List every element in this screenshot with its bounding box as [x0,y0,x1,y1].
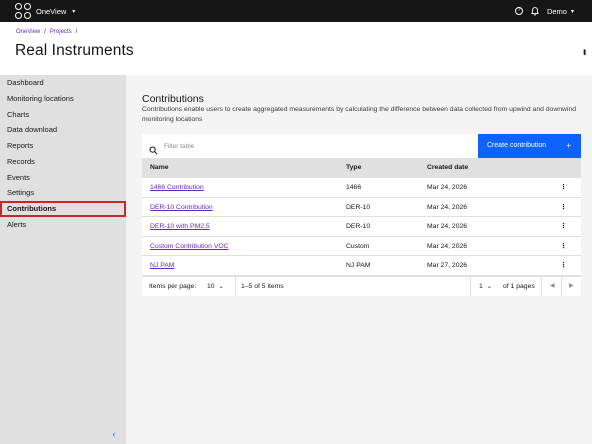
chevron-down-icon: ⌄ [486,284,492,290]
table-header: Name Type Created date [142,158,581,178]
row-overflow-menu-icon[interactable]: ⋮ [560,256,567,275]
pagination-bar: Items per page: 10 ⌄ 1–5 of 5 items 1 ⌄ of… [142,276,581,296]
row-overflow-menu-icon[interactable]: ⋮ [560,217,567,236]
create-contribution-button[interactable]: Create contribution + [478,134,581,158]
table-toolbar: Create contribution + [142,134,581,158]
section-description: Contributions enable users to create agg… [142,106,577,123]
row-overflow-menu-icon[interactable]: ⋮ [560,178,567,197]
table-row: Custom Contribution VOC Custom Mar 24, 2… [142,236,581,257]
page-select[interactable]: 1 ⌄ [479,277,492,297]
contribution-created-date: Mar 27, 2026 [427,262,468,270]
items-range-text: 1–5 of 5 items [241,283,284,290]
contribution-created-date: Mar 24, 2026 [427,184,468,191]
pagination-divider [470,277,471,296]
chevron-down-icon: ⌄ [218,284,224,290]
sidebar-item-settings[interactable]: Settings [0,185,126,201]
pagination-divider [235,277,236,296]
contribution-created-date: Mar 24, 2026 [427,223,468,231]
sidebar-item-reports[interactable]: Reports [0,138,126,154]
help-icon[interactable]: ? [514,7,523,15]
plus-icon: + [566,141,571,150]
contribution-created-date: Mar 24, 2026 [427,242,468,250]
create-contribution-label: Create contribution [487,142,547,149]
row-overflow-menu-icon[interactable]: ⋮ [560,237,567,256]
page-count-text: of 1 pages [503,283,535,290]
contribution-name-link[interactable]: Custom Contribution VOC [150,237,229,256]
sidebar: Dashboard Monitoring locations Charts Da… [0,75,126,444]
contribution-type: DER-10 [346,223,371,231]
filter-table-input[interactable] [164,139,464,153]
table-row: 1466 Contribution 1466 Mar 24, 2026 ⋮ [142,178,581,198]
breadcrumb-link-oneview[interactable]: OneView [16,29,40,35]
page-value: 1 [479,283,483,290]
page-overflow-menu-icon[interactable]: ••• [580,49,589,54]
contribution-name-link[interactable]: 1466 Contribution [150,178,204,197]
sidebar-item-monitoring-locations[interactable]: Monitoring locations [0,91,126,107]
contribution-created-date: Mar 24, 2026 [427,203,468,211]
row-overflow-menu-icon[interactable]: ⋮ [560,198,567,217]
user-menu-chevron-down-icon[interactable]: ▾ [571,8,574,15]
sidebar-item-contributions[interactable]: Contributions [0,201,126,217]
page-header: OneView / Projects / Real Instruments ••… [0,22,592,75]
chevron-left-icon[interactable]: ‹ [109,429,119,439]
table-row: NJ PAM NJ PAM Mar 27, 2026 ⋮ [142,256,581,276]
column-header-created-date[interactable]: Created date [427,158,468,178]
previous-page-icon[interactable]: ◀ [550,277,555,296]
items-per-page-value: 10 [207,283,215,290]
table-row: DER-10 with PM2.5 DER-10 Mar 24, 2026 ⋮ [142,217,581,237]
pagination-divider [541,277,542,296]
contribution-type: 1466 [346,184,362,191]
sidebar-item-dashboard[interactable]: Dashboard [0,75,126,91]
sidebar-item-charts[interactable]: Charts [0,107,126,123]
breadcrumb-link-projects[interactable]: Projects [50,29,72,35]
user-menu[interactable]: Demo [547,7,567,16]
sidebar-item-alerts[interactable]: Alerts [0,217,126,233]
notification-bell-icon[interactable] [530,6,539,16]
app-switcher-chevron-down-icon[interactable]: ▾ [72,8,75,15]
column-header-name[interactable]: Name [150,158,169,178]
table-row: DER-10 Contribution DER-10 Mar 24, 2026 … [142,197,581,218]
sidebar-item-records[interactable]: Records [0,154,126,170]
contribution-type: Custom [346,242,370,250]
contribution-name-link[interactable]: DER-10 with PM2.5 [150,217,210,236]
next-page-icon[interactable]: ▶ [569,277,574,296]
contribution-type: NJ PAM [346,262,371,270]
pagination-divider [561,277,562,296]
contribution-name-link[interactable]: DER-10 Contribution [150,198,213,217]
top-navigation-bar: OneView ▾ ? Demo ▾ [0,0,592,22]
breadcrumb: OneView / Projects / [16,29,81,35]
page-title: Real Instruments [15,42,134,59]
contribution-type: DER-10 [346,203,371,211]
items-per-page-label: Items per page: [149,283,197,290]
sidebar-item-events[interactable]: Events [0,170,126,186]
column-header-type[interactable]: Type [346,158,361,178]
sidebar-item-data-download[interactable]: Data download [0,122,126,138]
items-per-page-select[interactable]: 10 ⌄ [207,277,224,297]
search-icon [149,142,158,155]
section-title: Contributions [142,93,204,105]
contribution-name-link[interactable]: NJ PAM [150,256,174,275]
app-logo-icon[interactable] [15,3,31,19]
app-name[interactable]: OneView [36,7,66,16]
breadcrumb-separator: / [44,29,46,35]
breadcrumb-separator: / [75,29,78,35]
